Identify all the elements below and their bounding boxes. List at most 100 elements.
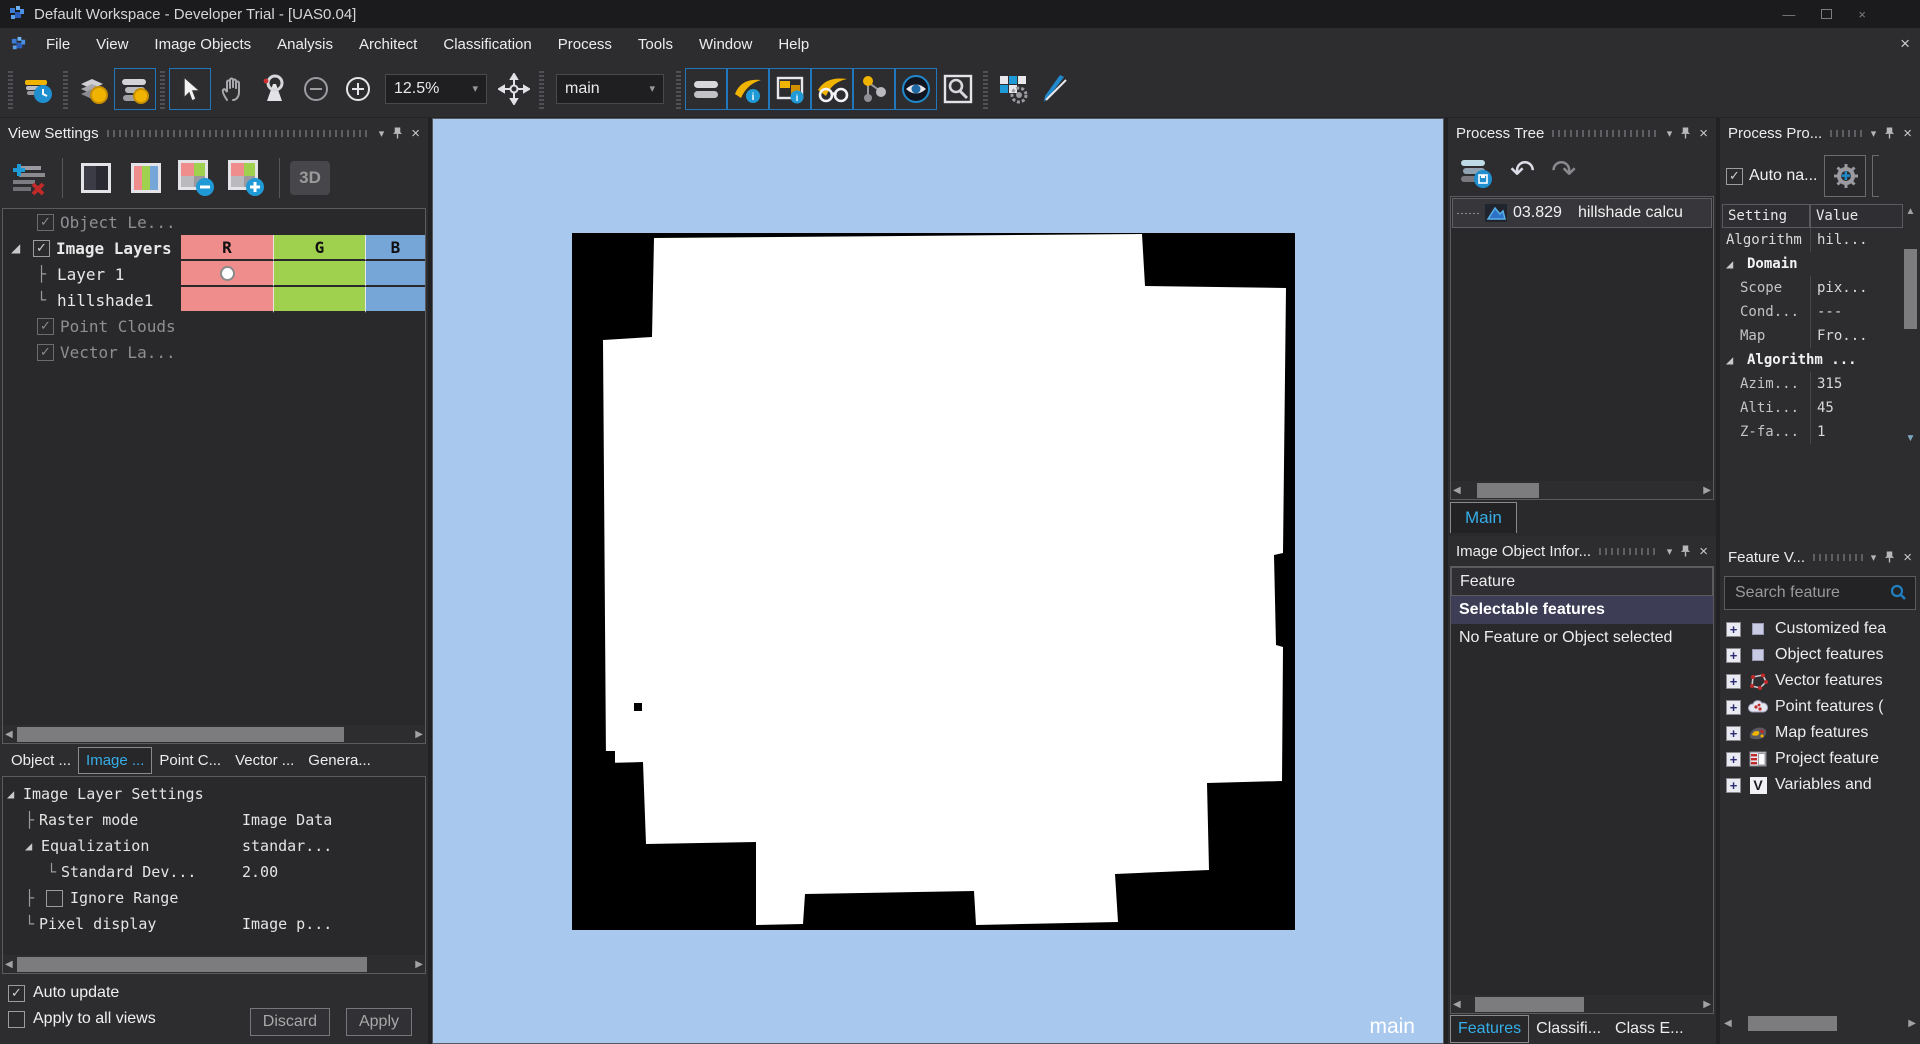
save-process-icon[interactable] [1458,154,1494,190]
panel-drag-texture[interactable] [1599,547,1659,555]
pixel-display-row[interactable]: └ Pixel display Image p... [7,911,421,937]
tab-class-evaluation[interactable]: Class E... [1608,1016,1690,1042]
close-icon[interactable]: × [411,125,420,142]
chevron-down-icon[interactable]: ▾ [379,127,385,140]
horizontal-scrollbar[interactable]: ◀ ▶ [3,955,425,973]
toolbar-grip[interactable] [8,68,13,109]
discard-button[interactable]: Discard [249,1008,330,1036]
radio-selected-icon[interactable] [219,265,235,281]
navigate-icon[interactable] [493,68,535,110]
tab-vector[interactable]: Vector ... [228,748,301,773]
channel-cell[interactable] [181,287,273,313]
feature-group-project[interactable]: + Project feature [1726,746,1920,772]
feature-group-point[interactable]: + Point features ( [1726,694,1920,720]
equalization-row[interactable]: ◢ Equalization standar... [7,833,421,859]
tab-image[interactable]: Image ... [78,746,153,774]
close-icon[interactable]: × [1699,125,1708,142]
raster-image[interactable] [572,233,1295,930]
property-row-scope[interactable]: Scope pix... [1722,276,1903,300]
feature-group-map[interactable]: + Map features [1726,720,1920,746]
document-close-icon[interactable]: × [1900,34,1910,54]
object-relations-icon[interactable] [853,67,895,110]
scrollbar-thumb[interactable] [16,726,344,742]
menu-file[interactable]: File [33,32,83,57]
map-view-canvas[interactable]: main [432,118,1444,1044]
process-tree-empty[interactable] [1451,229,1713,481]
view-settings-tool-icon[interactable] [895,67,937,110]
checkbox-checked-icon[interactable]: ✓ [37,343,54,361]
checkbox-checked-icon[interactable]: ✓ [33,239,50,257]
feature-column-header[interactable]: Feature [1451,567,1713,596]
tab-main[interactable]: Main [1450,502,1517,533]
search-input[interactable] [1733,583,1889,603]
layer-row-hillshade[interactable]: └ hillshade1 [3,287,425,313]
rgb-layer-view-icon[interactable] [123,155,169,201]
pixel-display-value[interactable]: Image p... [242,915,332,933]
channel-cell[interactable] [365,261,425,287]
scroll-left-icon[interactable]: ◀ [5,959,13,970]
feature-group-variables[interactable]: + V Variables and [1726,772,1920,798]
expand-plus-icon[interactable]: + [1726,699,1741,715]
scroll-right-icon[interactable]: ▶ [1703,485,1711,496]
scroll-left-icon[interactable]: ◀ [1453,999,1461,1010]
close-icon[interactable]: × [1699,543,1708,560]
minimize-icon[interactable]: — [1782,7,1795,22]
expander-icon[interactable]: ◢ [1726,353,1742,367]
expander-icon[interactable]: ◢ [1726,257,1742,271]
settings-root-row[interactable]: ◢ Image Layer Settings [7,781,421,807]
chevron-down-icon[interactable]: ▾ [1871,127,1877,140]
checkbox-checked-icon[interactable]: ✓ [37,213,54,231]
single-pane-view-icon[interactable] [73,155,119,201]
tab-object[interactable]: Object ... [4,748,78,773]
layer-row-vector-layers[interactable]: ✓ Vector La... [3,339,425,365]
tab-features[interactable]: Features [1450,1015,1530,1043]
panel-drag-texture[interactable] [1813,553,1863,561]
layer-row-object-levels[interactable]: ✓ Object Le... [3,209,425,235]
redo-icon[interactable]: ↷ [1551,157,1576,187]
property-group-domain[interactable]: ◢ Domain [1722,252,1903,276]
scroll-right-icon[interactable]: ▶ [415,729,423,740]
panel-drag-texture[interactable] [1830,129,1863,137]
apply-button[interactable]: Apply [345,1008,412,1036]
expander-icon[interactable]: ◢ [25,839,41,853]
layer-row-layer1[interactable]: ├ Layer 1 [3,261,425,287]
scroll-up-icon[interactable]: ▲ [1906,206,1916,217]
toolbar-grip[interactable] [983,68,988,109]
scroll-right-icon[interactable]: ▶ [1908,1018,1916,1029]
property-group-algorithm[interactable]: ◢ Algorithm ... [1722,348,1903,372]
add-view-icon[interactable] [223,155,269,201]
equalization-value[interactable]: standar... [242,837,332,855]
expand-plus-icon[interactable]: + [1726,673,1741,689]
checkbox-checked-icon[interactable]: ✓ [8,984,25,1002]
checkbox-unchecked-icon[interactable] [46,889,63,907]
menu-tools[interactable]: Tools [625,32,686,57]
menu-architect[interactable]: Architect [346,32,430,57]
scrollbar-thumb[interactable] [1474,996,1585,1012]
scroll-left-icon[interactable]: ◀ [5,729,13,740]
open-workspace-icon[interactable] [72,68,114,110]
horizontal-scrollbar[interactable]: ◀ ▶ [3,725,425,743]
menu-analysis[interactable]: Analysis [264,32,346,57]
channel-cell[interactable] [365,287,425,313]
checkbox-unchecked-icon[interactable] [8,1010,25,1028]
no-selection-row[interactable]: No Feature or Object selected [1451,624,1713,652]
scroll-right-icon[interactable]: ▶ [415,959,423,970]
selectable-features-row[interactable]: Selectable features [1451,596,1713,624]
scroll-down-icon[interactable]: ▼ [1906,433,1916,444]
feature-group-customized[interactable]: + Customized fea [1726,616,1920,642]
restore-icon[interactable] [1821,9,1833,19]
tab-classification[interactable]: Classifi... [1529,1016,1608,1042]
process-item-selected[interactable]: 03.829 hillshade calcu [1452,198,1712,228]
expand-plus-icon[interactable]: + [1726,621,1741,637]
view-samples-icon[interactable]: i [769,67,811,110]
zoom-out-icon[interactable] [295,68,337,110]
zoom-level-select[interactable]: 12.5% ▾ [385,73,487,104]
cursor-tool-icon[interactable] [169,67,211,110]
algorithm-settings-button[interactable] [1823,155,1866,197]
undo-icon[interactable]: ↶ [1510,157,1535,187]
zoom-in-icon[interactable] [337,68,379,110]
expand-plus-icon[interactable]: + [1726,777,1741,793]
remove-view-icon[interactable] [173,155,219,201]
checkbox-checked-icon[interactable]: ✓ [1726,167,1743,185]
scroll-left-icon[interactable]: ◀ [1724,1018,1732,1029]
